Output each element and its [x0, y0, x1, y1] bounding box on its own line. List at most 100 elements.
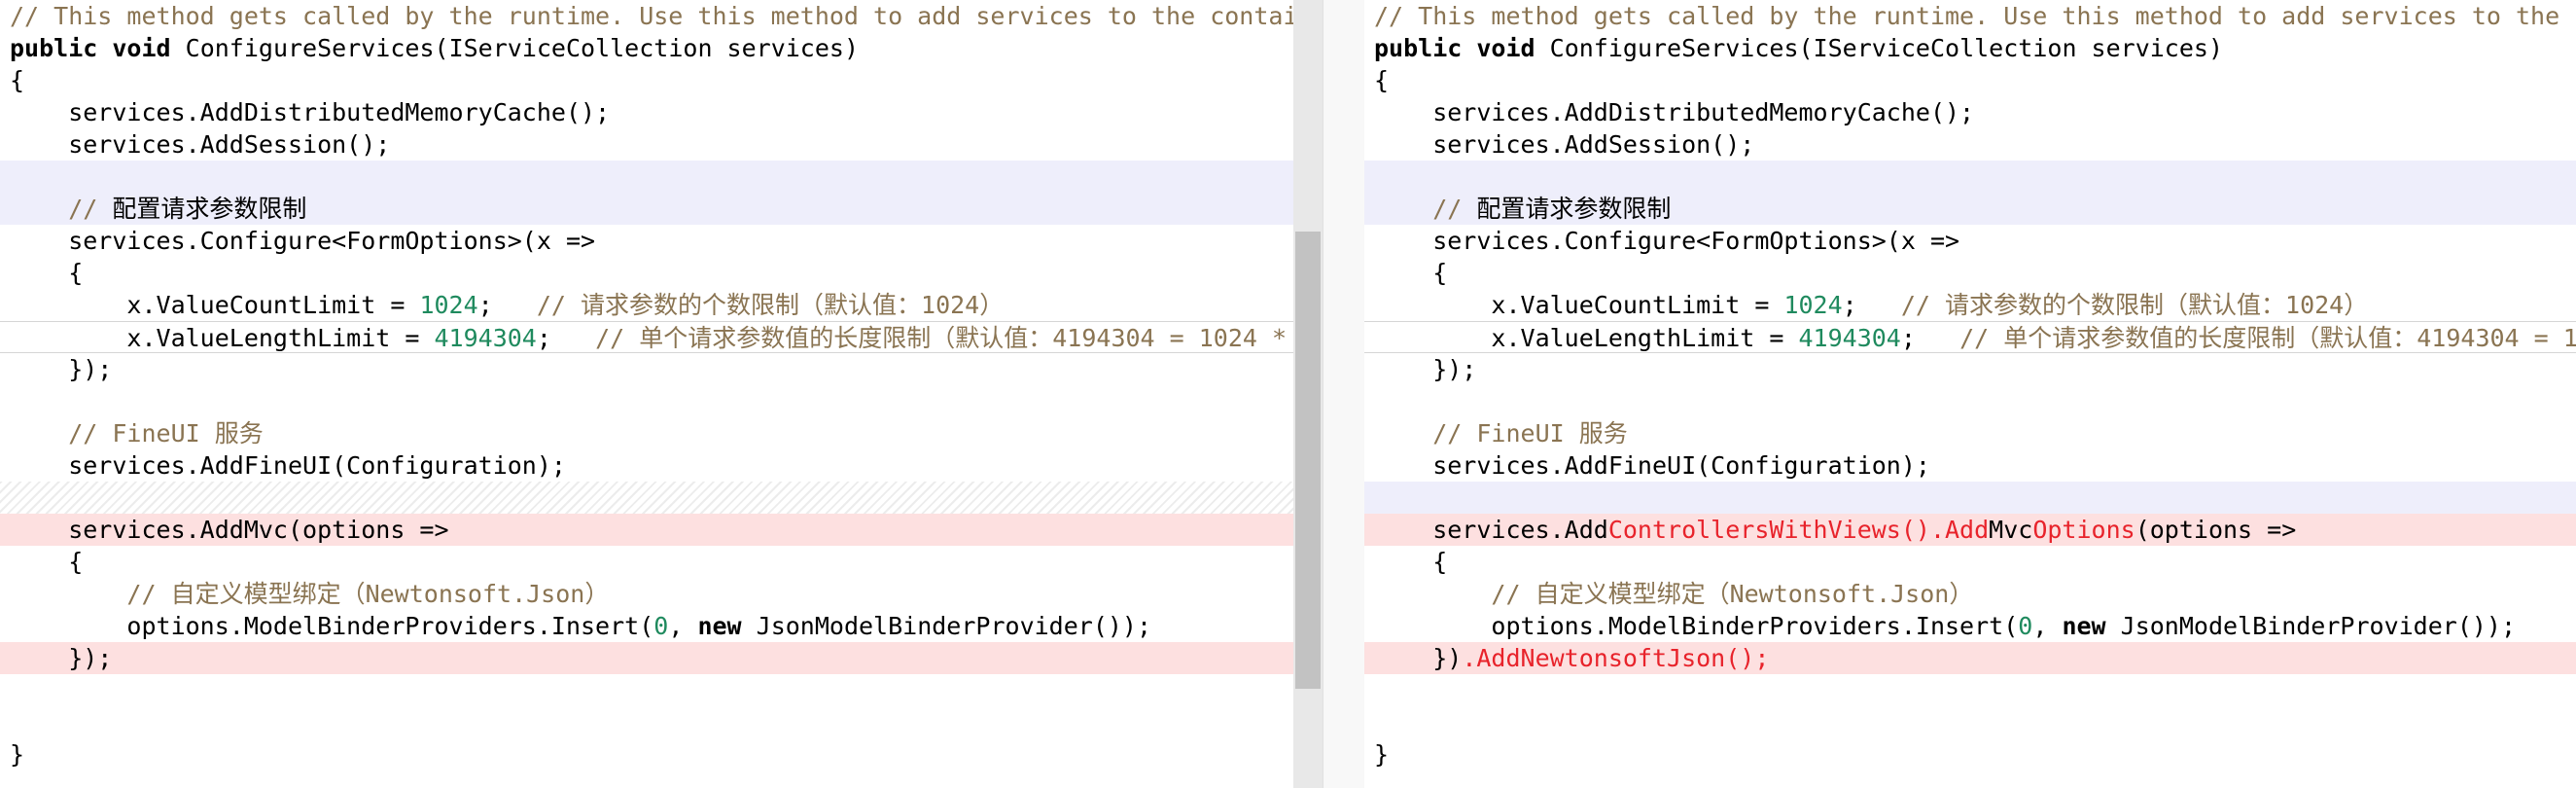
code-text: x.ValueLengthLimit =: [10, 324, 435, 352]
code-line[interactable]: });: [0, 353, 1293, 385]
code-line[interactable]: [0, 161, 1293, 193]
changed-text: ControllersWithViews().Add: [1607, 516, 1990, 544]
code-line[interactable]: services.AddSession();: [0, 128, 1293, 161]
right-diff-pane[interactable]: // This method gets called by the runtim…: [1364, 0, 2576, 788]
diff-marker-column: ⇦ ⇦ ⇦: [1323, 0, 1377, 788]
code-line[interactable]: {: [1364, 546, 2576, 578]
code-line[interactable]: [0, 674, 1293, 706]
code-line[interactable]: // 配置请求参数限制: [0, 193, 1293, 225]
code-keyword: void: [112, 34, 171, 62]
code-text: JsonModelBinderProvider());: [2105, 612, 2517, 640]
code-line[interactable]: });: [0, 642, 1293, 674]
code-line[interactable]: options.ModelBinderProviders.Insert(0, n…: [1364, 610, 2576, 642]
code-text: {: [1374, 548, 1448, 576]
code-text: });: [10, 355, 113, 383]
code-text: services.AddFineUI(Configuration);: [10, 451, 566, 480]
code-comment: // 请求参数的个数限制（默认值：1024）: [1900, 291, 2369, 319]
code-line[interactable]: {: [0, 257, 1293, 289]
code-line[interactable]: services.Configure<FormOptions>(x =>: [0, 225, 1293, 257]
code-line[interactable]: services.AddFineUI(Configuration);: [0, 449, 1293, 482]
code-number: 0: [653, 612, 669, 640]
code-line[interactable]: options.ModelBinderProviders.Insert(0, n…: [0, 610, 1293, 642]
code-text: ;: [477, 291, 537, 319]
left-diff-pane[interactable]: // This method gets called by the runtim…: [0, 0, 1293, 788]
code-comment: // 单个请求参数值的长度限制（默认值：4194304 = 1024 * 409…: [595, 324, 1288, 352]
code-line[interactable]: [0, 482, 1293, 514]
code-line[interactable]: x.ValueCountLimit = 1024; // 请求参数的个数限制（默…: [0, 289, 1293, 321]
code-text: services.AddSession();: [1374, 130, 1755, 159]
code-comment: // This method gets called by the runtim…: [10, 2, 1293, 30]
code-line[interactable]: // FineUI 服务: [0, 417, 1293, 449]
code-line[interactable]: // 自定义模型绑定（Newtonsoft.Json）: [0, 578, 1293, 610]
code-comment: // 自定义模型绑定（Newtonsoft.Json）: [10, 580, 610, 608]
code-text: services.AddDistributedMemoryCache();: [10, 98, 611, 126]
code-line[interactable]: x.ValueCountLimit = 1024; // 请求参数的个数限制（默…: [1364, 289, 2576, 321]
code-text: services.AddFineUI(Configuration);: [1374, 451, 1930, 480]
code-line[interactable]: [1364, 706, 2576, 738]
code-keyword: new: [697, 612, 742, 640]
code-line[interactable]: [1364, 385, 2576, 417]
code-line[interactable]: [1364, 482, 2576, 514]
diff-gutter: ⇦ ⇦ ⇦: [1293, 0, 1377, 788]
code-text: {: [10, 66, 25, 94]
code-line[interactable]: {: [0, 64, 1293, 96]
code-line[interactable]: services.AddDistributedMemoryCache();: [1364, 96, 2576, 128]
code-text: services.Add: [1374, 516, 1608, 544]
code-line[interactable]: x.ValueLengthLimit = 4194304; // 单个请求参数值…: [0, 321, 1293, 353]
code-line[interactable]: {: [1364, 64, 2576, 96]
code-line[interactable]: }: [0, 738, 1293, 770]
code-comment: // FineUI 服务: [1374, 419, 1628, 448]
code-line[interactable]: [1364, 674, 2576, 706]
code-comment: //: [10, 195, 113, 223]
code-line[interactable]: services.AddFineUI(Configuration);: [1364, 449, 2576, 482]
code-line[interactable]: x.ValueLengthLimit = 4194304; // 单个请求参数值…: [1364, 321, 2576, 353]
code-line[interactable]: public void ConfigureServices(IServiceCo…: [0, 32, 1293, 64]
code-text: x.ValueLengthLimit =: [1374, 324, 1799, 352]
code-number: 4194304: [434, 324, 537, 352]
scrollbar-thumb[interactable]: [1295, 232, 1321, 689]
code-line[interactable]: [0, 706, 1293, 738]
code-line[interactable]: services.AddDistributedMemoryCache();: [0, 96, 1293, 128]
code-text: ,: [2032, 612, 2063, 640]
code-number: 4194304: [1798, 324, 1901, 352]
code-text: ,: [668, 612, 698, 640]
code-line[interactable]: });: [1364, 353, 2576, 385]
code-number: 0: [2018, 612, 2033, 640]
code-line[interactable]: [1364, 161, 2576, 193]
left-vertical-scrollbar[interactable]: [1293, 0, 1323, 788]
code-keyword: public: [10, 34, 98, 62]
code-text: x.ValueCountLimit =: [10, 291, 420, 319]
code-comment: // 单个请求参数值的长度限制（默认值：4194304 = 1024 * 409…: [1959, 324, 2576, 352]
code-text: {: [1374, 66, 1390, 94]
changed-text: Options: [2032, 516, 2135, 544]
code-keyword: new: [2062, 612, 2106, 640]
code-line[interactable]: // FineUI 服务: [1364, 417, 2576, 449]
code-line[interactable]: // This method gets called by the runtim…: [0, 0, 1293, 32]
code-text: services.Configure<FormOptions>(x =>: [10, 227, 596, 255]
code-line[interactable]: }).AddNewtonsoftJson();: [1364, 642, 2576, 674]
code-line[interactable]: services.AddSession();: [1364, 128, 2576, 161]
code-text: services.Configure<FormOptions>(x =>: [1374, 227, 1960, 255]
code-text: {: [1374, 259, 1448, 287]
code-text: services.AddDistributedMemoryCache();: [1374, 98, 1975, 126]
changed-text: .AddNewtonsoftJson();: [1462, 644, 1770, 672]
code-text: services.AddSession();: [10, 130, 391, 159]
code-line[interactable]: }: [1364, 738, 2576, 770]
code-text: 配置请求参数限制: [112, 195, 307, 223]
code-line[interactable]: [0, 385, 1293, 417]
code-text: Mvc: [1989, 516, 2033, 544]
code-line[interactable]: services.AddMvc(options =>: [0, 514, 1293, 546]
code-line[interactable]: services.AddControllersWithViews().AddMv…: [1364, 514, 2576, 546]
code-line[interactable]: {: [0, 546, 1293, 578]
code-text: });: [10, 644, 113, 672]
code-line[interactable]: {: [1364, 257, 2576, 289]
code-line[interactable]: // 自定义模型绑定（Newtonsoft.Json）: [1364, 578, 2576, 610]
code-comment: //: [1374, 195, 1477, 223]
code-line[interactable]: // This method gets called by the runtim…: [1364, 0, 2576, 32]
code-comment: // 请求参数的个数限制（默认值：1024）: [536, 291, 1005, 319]
code-line[interactable]: services.Configure<FormOptions>(x =>: [1364, 225, 2576, 257]
code-line[interactable]: // 配置请求参数限制: [1364, 193, 2576, 225]
code-text: ConfigureServices(IServiceCollection ser…: [1535, 34, 2224, 62]
code-line[interactable]: public void ConfigureServices(IServiceCo…: [1364, 32, 2576, 64]
